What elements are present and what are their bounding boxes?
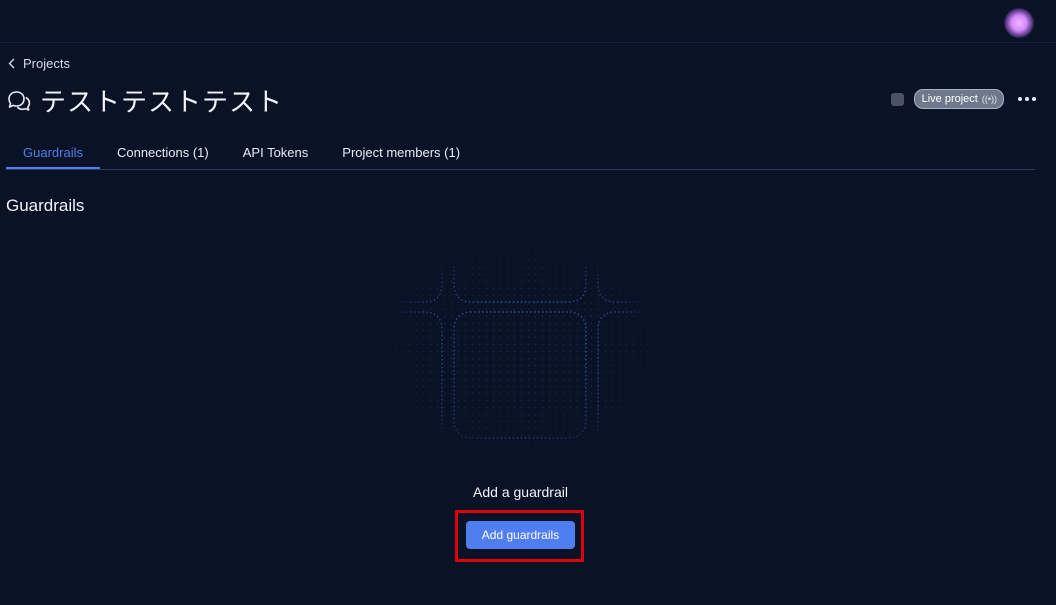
breadcrumb[interactable]: Projects [8,56,70,71]
chevron-left-icon [8,58,15,69]
tab-bar: Guardrails Connections (1) API Tokens Pr… [6,136,1035,170]
tab-guardrails[interactable]: Guardrails [6,136,100,169]
more-options-button[interactable] [1018,93,1036,105]
live-badge-label: Live project [921,93,978,105]
top-bar [0,0,1056,43]
empty-state-message: Add a guardrail [473,484,568,500]
tab-connections[interactable]: Connections (1) [100,136,226,169]
live-project-badge[interactable]: Live project ((•)) [913,89,1004,109]
project-toggle[interactable] [890,92,904,106]
add-guardrails-button[interactable]: Add guardrails [466,521,575,549]
user-avatar[interactable] [1004,8,1034,38]
chat-bubbles-icon [8,90,31,111]
header-actions: Live project ((•)) [890,89,1036,109]
grid-placeholder-icon [394,252,648,448]
tab-api-tokens[interactable]: API Tokens [226,136,326,169]
radio-waves-icon: ((•)) [981,94,997,104]
breadcrumb-projects-link[interactable]: Projects [23,56,70,71]
section-title: Guardrails [6,196,85,215]
project-header: テストテストテスト [6,82,283,119]
tab-project-members[interactable]: Project members (1) [325,136,477,169]
page-title: テストテストテスト [40,88,284,118]
more-horizontal-icon [1018,97,1022,101]
